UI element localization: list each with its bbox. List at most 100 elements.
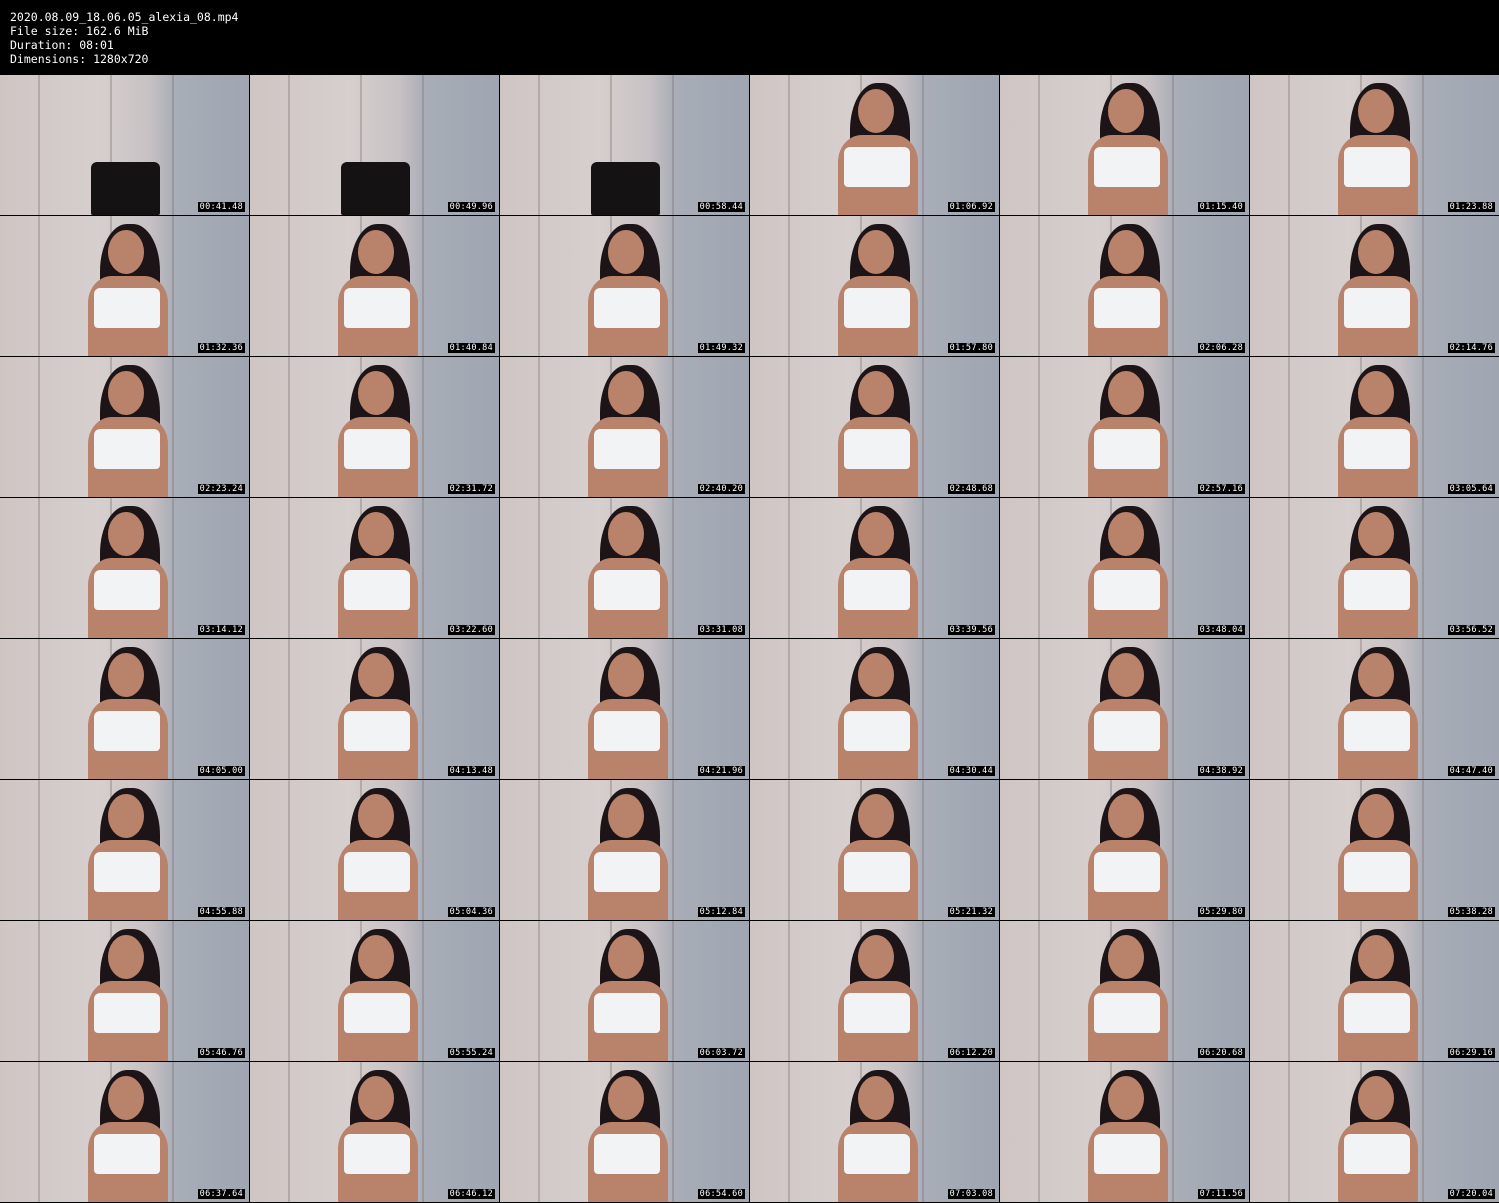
thumbnail-timestamp: 03:48.04 <box>1197 625 1245 635</box>
person-face <box>858 794 894 838</box>
thumbnail-timestamp: 01:23.88 <box>1447 202 1495 212</box>
white-crop-top <box>844 570 910 610</box>
wardrobe-door-line <box>1288 216 1290 356</box>
person-face <box>358 935 394 979</box>
person-face <box>358 653 394 697</box>
thumbnail-timestamp: 04:55.88 <box>197 907 245 917</box>
wardrobe-door-line <box>1172 780 1174 920</box>
thumbnail-frame: 04:55.88 <box>0 780 249 920</box>
person-face <box>1108 935 1144 979</box>
chair-back <box>341 162 410 215</box>
person-face <box>1108 89 1144 133</box>
person-face <box>608 371 644 415</box>
wardrobe-door-line <box>1172 75 1174 215</box>
wardrobe-door-line <box>288 921 290 1061</box>
thumbnail-timestamp: 05:04.36 <box>447 907 495 917</box>
duration-text: Duration: 08:01 <box>10 38 114 52</box>
wardrobe-door-line <box>538 780 540 920</box>
white-crop-top <box>594 429 660 469</box>
thumbnail-frame: 03:22.60 <box>250 498 499 638</box>
wardrobe-door-line <box>1172 498 1174 638</box>
wardrobe-door-line <box>788 921 790 1061</box>
white-crop-top <box>1094 570 1160 610</box>
white-crop-top <box>94 1134 160 1174</box>
thumbnail-timestamp: 06:37.64 <box>197 1189 245 1199</box>
wardrobe-door-line <box>1038 498 1040 638</box>
thumbnail-timestamp: 03:56.52 <box>1447 625 1495 635</box>
thumbnail-timestamp: 03:05.64 <box>1447 484 1495 494</box>
thumbnail-frame: 06:54.60 <box>500 1062 749 1202</box>
white-crop-top <box>1344 993 1410 1033</box>
wardrobe-door-line <box>288 216 290 356</box>
thumbnail-timestamp: 03:31.08 <box>697 625 745 635</box>
person-face <box>358 794 394 838</box>
white-crop-top <box>344 852 410 892</box>
wardrobe-door-line <box>1172 216 1174 356</box>
wardrobe-door-line <box>288 357 290 497</box>
person-face <box>358 230 394 274</box>
white-crop-top <box>844 1134 910 1174</box>
white-crop-top <box>1094 711 1160 751</box>
wardrobe-door-line <box>1288 1062 1290 1202</box>
wardrobe-door-line <box>1288 498 1290 638</box>
wardrobe-door-line <box>672 75 674 215</box>
wardrobe-door-line <box>788 780 790 920</box>
thumbnail-frame: 04:21.96 <box>500 639 749 779</box>
person-face <box>858 230 894 274</box>
thumbnail-timestamp: 07:11.56 <box>1197 1189 1245 1199</box>
thumbnail-timestamp: 01:15.40 <box>1197 202 1245 212</box>
wardrobe-door-line <box>1172 357 1174 497</box>
thumbnail-timestamp: 05:21.32 <box>947 907 995 917</box>
wardrobe-door-line <box>672 1062 674 1202</box>
wardrobe-door-line <box>672 216 674 356</box>
thumbnail-frame: 03:31.08 <box>500 498 749 638</box>
white-crop-top <box>1344 147 1410 187</box>
wardrobe-door-line <box>1422 1062 1424 1202</box>
thumbnail-frame: 06:03.72 <box>500 921 749 1061</box>
thumbnail-timestamp: 03:22.60 <box>447 625 495 635</box>
wardrobe-door-line <box>922 780 924 920</box>
person-face <box>358 1076 394 1120</box>
white-crop-top <box>1344 570 1410 610</box>
thumbnail-frame: 05:46.76 <box>0 921 249 1061</box>
wardrobe-door-line <box>1172 921 1174 1061</box>
thumbnail-frame: 05:29.80 <box>1000 780 1249 920</box>
white-crop-top <box>1094 1134 1160 1174</box>
white-crop-top <box>94 429 160 469</box>
person-face <box>1108 512 1144 556</box>
white-crop-top <box>594 852 660 892</box>
filename-text: 2020.08.09_18.06.05_alexia_08.mp4 <box>10 10 239 24</box>
wardrobe-door-line <box>38 921 40 1061</box>
thumbnail-grid: 00:41.48 00:49.96 00:58.44 01:06.92 01:15.40… <box>0 75 1499 1203</box>
wardrobe-door-line <box>172 216 174 356</box>
wardrobe-door-line <box>288 498 290 638</box>
white-crop-top <box>344 570 410 610</box>
thumbnail-frame: 00:49.96 <box>250 75 499 215</box>
wardrobe-door-line <box>38 1062 40 1202</box>
wardrobe-door-line <box>922 498 924 638</box>
thumbnail-frame: 02:14.76 <box>1250 216 1499 356</box>
thumbnail-timestamp: 04:13.48 <box>447 766 495 776</box>
thumbnail-frame: 01:40.84 <box>250 216 499 356</box>
wardrobe-door-line <box>422 639 424 779</box>
wardrobe-door-line <box>1038 75 1040 215</box>
person-face <box>1108 371 1144 415</box>
thumbnail-timestamp: 05:38.28 <box>1447 907 1495 917</box>
wardrobe-door-line <box>1288 639 1290 779</box>
person-face <box>858 1076 894 1120</box>
wardrobe-door-line <box>788 639 790 779</box>
person-face <box>1358 794 1394 838</box>
person-face <box>108 1076 144 1120</box>
thumbnail-frame: 04:13.48 <box>250 639 499 779</box>
thumbnail-frame: 02:23.24 <box>0 357 249 497</box>
thumbnail-timestamp: 03:39.56 <box>947 625 995 635</box>
thumbnail-frame: 01:57.80 <box>750 216 999 356</box>
wardrobe-door-line <box>1288 780 1290 920</box>
wardrobe-door-line <box>788 1062 790 1202</box>
thumbnail-frame: 00:58.44 <box>500 75 749 215</box>
white-crop-top <box>844 711 910 751</box>
thumbnail-timestamp: 05:55.24 <box>447 1048 495 1058</box>
thumbnail-frame: 01:23.88 <box>1250 75 1499 215</box>
white-crop-top <box>844 147 910 187</box>
thumbnail-timestamp: 01:49.32 <box>697 343 745 353</box>
